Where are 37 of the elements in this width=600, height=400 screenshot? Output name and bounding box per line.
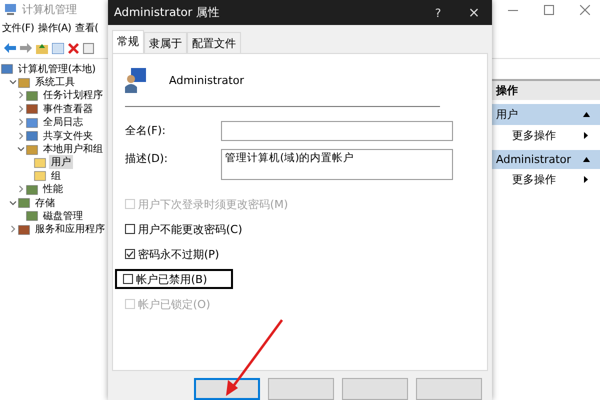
help-button[interactable]: ? bbox=[420, 6, 456, 20]
tab[interactable]: 隶属于 bbox=[144, 32, 187, 54]
field-label: 全名(F): bbox=[125, 123, 167, 140]
menu-item[interactable]: 文件(F) bbox=[2, 21, 34, 36]
tree-item[interactable]: 任务计划程序 bbox=[41, 88, 105, 102]
tree-item[interactable]: 性能 bbox=[41, 182, 65, 196]
action-link[interactable]: 更多操作 bbox=[512, 128, 556, 143]
window-title: 计算机管理 bbox=[22, 2, 77, 17]
user-name: Administrator bbox=[169, 74, 244, 87]
tree-item[interactable]: 全局日志 bbox=[41, 115, 85, 130]
tree-item[interactable]: 用户 bbox=[49, 155, 73, 170]
checkbox-label: 用户下次登录时须更改密码(M) bbox=[138, 196, 288, 212]
tab[interactable]: 配置文件 bbox=[187, 32, 241, 54]
close-button[interactable]: × bbox=[456, 4, 492, 21]
action-link[interactable]: 更多操作 bbox=[512, 172, 556, 187]
checkbox-label: 帐户已锁定(O) bbox=[138, 296, 210, 312]
tree-item[interactable]: 存储 bbox=[33, 196, 57, 210]
menu-item[interactable]: 操作(A) bbox=[38, 21, 72, 36]
checkbox-label: 用户不能更改密码(C) bbox=[138, 222, 242, 237]
menu-item[interactable]: 查看( bbox=[75, 21, 98, 36]
tree-item[interactable]: 磁盘管理 bbox=[41, 209, 85, 223]
tree-item[interactable]: 事件查看器 bbox=[41, 102, 95, 116]
checkbox-label: 密码永不过期(P) bbox=[138, 246, 220, 262]
description-field[interactable]: 管理计算机(域)的内置帐户 bbox=[221, 149, 453, 180]
tree-item[interactable]: 服务和应用程序 bbox=[33, 222, 107, 236]
field-label: 描述(D): bbox=[125, 151, 169, 168]
tree-item[interactable]: 共享文件夹 bbox=[41, 128, 95, 143]
tab[interactable]: 常规 bbox=[112, 30, 144, 54]
actions-header: 操作 bbox=[492, 79, 600, 100]
actions-section-header[interactable]: 用户 bbox=[492, 104, 600, 125]
actions-section-header[interactable]: Administrator bbox=[492, 150, 600, 169]
tree-item[interactable]: 组 bbox=[49, 168, 63, 183]
tree-item[interactable]: 本地用户和组 bbox=[41, 142, 105, 156]
tree-item[interactable]: 系统工具 bbox=[33, 75, 77, 90]
dialog-title: Administrator 属性 bbox=[114, 5, 222, 20]
tree-item[interactable]: 计算机管理(本地) bbox=[16, 62, 98, 76]
checkbox-label: 帐户已禁用(B) bbox=[136, 272, 208, 287]
